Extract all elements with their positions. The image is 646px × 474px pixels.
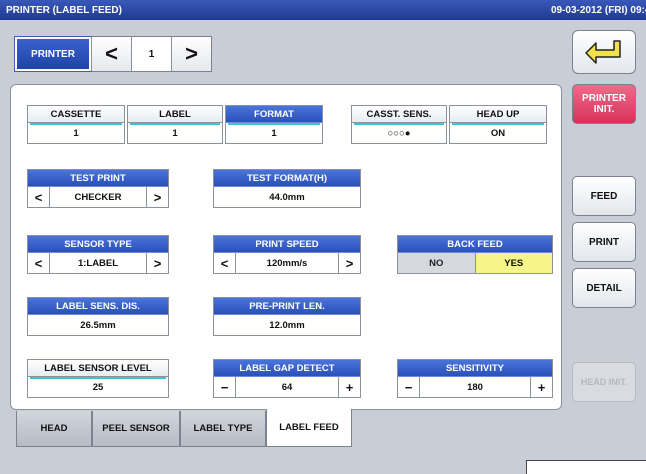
format-field[interactable]: FORMAT 1 — [225, 105, 323, 144]
sensor-type-field: SENSOR TYPE < 1:LABEL > — [27, 235, 169, 274]
back-button[interactable] — [572, 30, 636, 74]
label-sensor-level-label: LABEL SENSOR LEVEL — [28, 360, 168, 377]
format-label: FORMAT — [226, 106, 322, 123]
format-value: 1 — [226, 123, 322, 143]
head-up-field: HEAD UP ON — [449, 105, 547, 144]
test-print-value: CHECKER — [74, 191, 122, 203]
pre-print-len-label: PRE-PRINT LEN. — [214, 298, 360, 315]
tab-bar: HEAD PEEL SENSOR LABEL TYPE LABEL FEED — [16, 409, 352, 447]
tab-peel-sensor[interactable]: PEEL SENSOR — [92, 411, 180, 447]
test-format-value: 44.0mm — [269, 191, 305, 203]
head-up-label: HEAD UP — [450, 106, 546, 123]
cassette-value: 1 — [28, 123, 124, 143]
tab-label-type[interactable]: LABEL TYPE — [180, 411, 266, 447]
title-bar: PRINTER (LABEL FEED) 09-03-2012 (FRI) 09… — [0, 0, 646, 20]
back-feed-yes-button[interactable]: YES — [474, 253, 552, 273]
label-sensor-level-value: 25 — [28, 377, 168, 397]
settings-panel: CASSETTE 1 LABEL 1 FORMAT 1 CASST. SENS.… — [10, 84, 562, 410]
cassette-label: CASSETTE — [28, 106, 124, 123]
casst-sens-field: CASST. SENS. ○○○● — [351, 105, 447, 144]
status-box — [526, 460, 646, 474]
back-feed-no-button[interactable]: NO — [398, 253, 475, 273]
detail-button[interactable]: DETAIL — [572, 268, 636, 308]
cassette-field[interactable]: CASSETTE 1 — [27, 105, 125, 144]
test-print-next-button[interactable]: > — [146, 187, 168, 207]
label-gap-detect-value: 64 — [281, 381, 293, 393]
test-format-field[interactable]: TEST FORMAT(H) 44.0mm — [213, 169, 361, 208]
printer-label: PRINTER — [14, 36, 92, 72]
window-title: PRINTER (LABEL FEED) — [6, 4, 122, 16]
head-init-button[interactable]: HEAD INIT. — [572, 362, 636, 402]
sensor-type-label: SENSOR TYPE — [28, 236, 168, 253]
test-print-field: TEST PRINT < CHECKER > — [27, 169, 169, 208]
pre-print-len-value: 12.0mm — [269, 319, 305, 331]
label-sens-dis-field[interactable]: LABEL SENS. DIS. 26.5mm — [27, 297, 169, 336]
label-sens-dis-label: LABEL SENS. DIS. — [28, 298, 168, 315]
casst-sens-label: CASST. SENS. — [352, 106, 446, 123]
printer-number: 1 — [131, 37, 171, 71]
sensitivity-value: 180 — [467, 381, 483, 393]
label-gap-detect-label: LABEL GAP DETECT — [214, 360, 360, 377]
label-gap-detect-minus-button[interactable]: − — [214, 377, 236, 397]
print-speed-label: PRINT SPEED — [214, 236, 360, 253]
feed-button[interactable]: FEED — [572, 176, 636, 216]
pre-print-len-field[interactable]: PRE-PRINT LEN. 12.0mm — [213, 297, 361, 336]
print-speed-next-button[interactable]: > — [338, 253, 360, 273]
head-up-value: ON — [450, 123, 546, 143]
tab-label-feed[interactable]: LABEL FEED — [266, 409, 352, 447]
return-arrow-icon — [585, 40, 621, 64]
printer-next-button[interactable]: > — [171, 37, 211, 71]
date-time: 09-03-2012 (FRI) 09:48 — [550, 4, 646, 16]
print-speed-field: PRINT SPEED < 120mm/s > — [213, 235, 361, 274]
print-speed-value: 120mm/s — [266, 257, 308, 269]
sensor-type-value: 1:LABEL — [77, 257, 119, 269]
printer-prev-button[interactable]: < — [91, 37, 131, 71]
print-button[interactable]: PRINT — [572, 222, 636, 262]
sensitivity-label: SENSITIVITY — [398, 360, 552, 377]
test-print-prev-button[interactable]: < — [28, 187, 50, 207]
tab-head[interactable]: HEAD — [16, 411, 92, 447]
test-print-label: TEST PRINT — [28, 170, 168, 187]
back-feed-label: BACK FEED — [398, 236, 552, 253]
label-gap-detect-field: LABEL GAP DETECT − 64 + — [213, 359, 361, 398]
casst-sens-value: ○○○● — [352, 123, 446, 143]
label-sens-dis-value: 26.5mm — [80, 319, 116, 331]
label-sensor-level-field[interactable]: LABEL SENSOR LEVEL 25 — [27, 359, 169, 398]
printer-selector: PRINTER < 1 > — [14, 36, 212, 72]
sensor-type-next-button[interactable]: > — [146, 253, 168, 273]
sensitivity-field: SENSITIVITY − 180 + — [397, 359, 553, 398]
test-format-label: TEST FORMAT(H) — [214, 170, 360, 187]
label-label: LABEL — [128, 106, 222, 123]
label-field[interactable]: LABEL 1 — [127, 105, 223, 144]
sensitivity-plus-button[interactable]: + — [530, 377, 552, 397]
print-speed-prev-button[interactable]: < — [214, 253, 236, 273]
label-gap-detect-plus-button[interactable]: + — [338, 377, 360, 397]
printer-init-button[interactable]: PRINTER INIT. — [572, 84, 636, 124]
back-feed-field: BACK FEED NO YES — [397, 235, 553, 274]
sensor-type-prev-button[interactable]: < — [28, 253, 50, 273]
sensitivity-minus-button[interactable]: − — [398, 377, 420, 397]
label-value: 1 — [128, 123, 222, 143]
